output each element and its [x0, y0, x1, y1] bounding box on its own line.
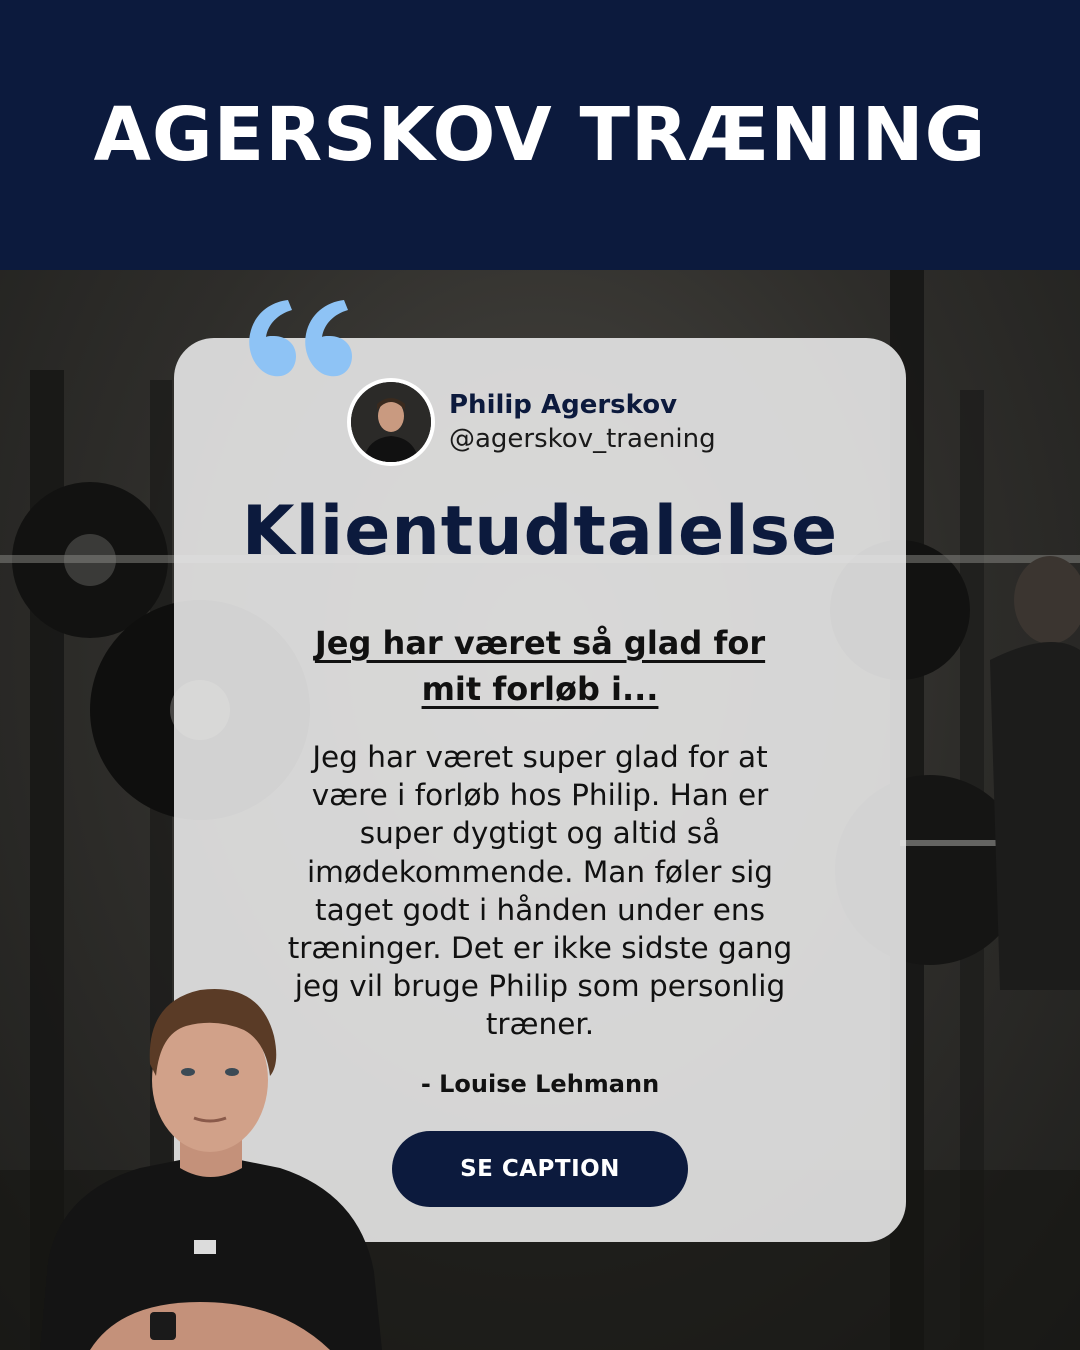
quote-mark-icon — [249, 300, 352, 377]
brand-title: AGERSKOV TRÆNING — [93, 92, 987, 178]
card-title: Klientudtalelse — [241, 492, 839, 571]
profile-avatar — [347, 378, 435, 466]
brand-header: AGERSKOV TRÆNING — [0, 0, 1080, 270]
trainer-photo — [40, 988, 382, 1350]
profile-header: Philip Agerskov @agerskov_traening — [347, 378, 716, 466]
profile-handle: @agerskov_traening — [449, 424, 716, 454]
testimonial-headline: Jeg har været så glad for mit forløb i..… — [314, 624, 766, 708]
profile-name: Philip Agerskov — [449, 390, 678, 420]
see-caption-button[interactable]: SE CAPTION — [392, 1131, 688, 1207]
